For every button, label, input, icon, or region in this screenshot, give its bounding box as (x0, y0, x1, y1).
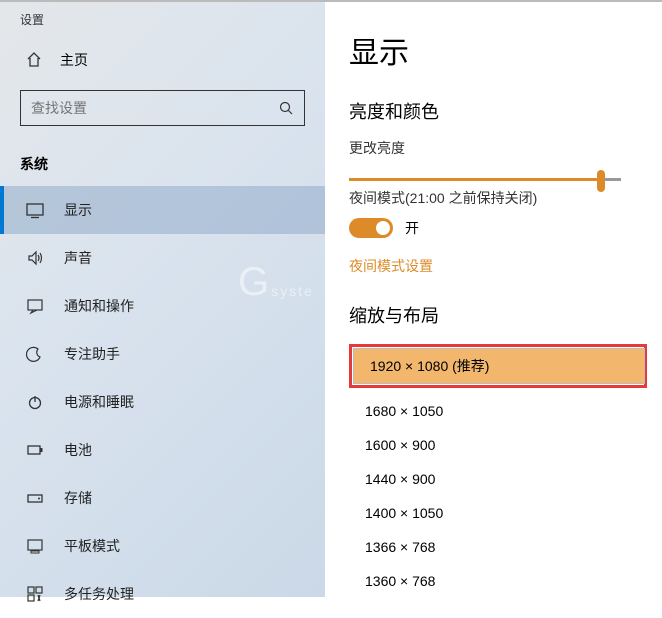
nav-label: 电池 (64, 440, 92, 460)
slider-thumb[interactable] (597, 170, 605, 192)
nav-item-tablet[interactable]: 平板模式 (0, 522, 325, 570)
resolution-options-list: 1680 × 1050 1600 × 900 1440 × 900 1400 ×… (349, 394, 643, 598)
nav-label: 平板模式 (64, 536, 120, 556)
brightness-label: 更改亮度 (349, 138, 662, 158)
nav-item-multitask[interactable]: 多任务处理 (0, 570, 325, 618)
window-title: 设置 (0, 2, 325, 32)
resolution-option[interactable]: 1400 × 1050 (349, 496, 643, 530)
sound-icon (26, 249, 44, 267)
sidebar: 设置 主页 系统 显示 声音 通知和操作 (0, 2, 325, 597)
category-label: 系统 (0, 126, 325, 174)
nav-item-power[interactable]: 电源和睡眠 (0, 378, 325, 426)
night-light-settings-link[interactable]: 夜间模式设置 (349, 256, 662, 276)
storage-icon (26, 489, 44, 507)
focus-icon (26, 345, 44, 363)
power-icon (26, 393, 44, 411)
main-panel: 显示 亮度和颜色 更改亮度 夜间模式(21:00 之前保持关闭) 开 夜间模式设… (325, 2, 662, 597)
resolution-option[interactable]: 1680 × 1050 (349, 394, 643, 428)
section-scale-layout: 缩放与布局 (349, 302, 662, 328)
nav-item-focus[interactable]: 专注助手 (0, 330, 325, 378)
nav-label: 声音 (64, 248, 92, 268)
night-light-toggle[interactable] (349, 218, 393, 238)
slider-track-fill (349, 178, 603, 181)
night-light-label: 夜间模式(21:00 之前保持关闭) (349, 188, 662, 208)
nav-label: 专注助手 (64, 344, 120, 364)
notifications-icon (26, 297, 44, 315)
toggle-state-label: 开 (405, 218, 419, 238)
resolution-dropdown[interactable]: 1920 × 1080 (推荐) (354, 349, 644, 383)
nav-item-display[interactable]: 显示 (0, 186, 325, 234)
resolution-option[interactable]: 1440 × 900 (349, 462, 643, 496)
nav-label: 显示 (64, 200, 92, 220)
display-icon (26, 201, 44, 219)
search-input[interactable] (20, 90, 305, 126)
nav-item-storage[interactable]: 存储 (0, 474, 325, 522)
nav-label: 存储 (64, 488, 92, 508)
nav-label: 通知和操作 (64, 296, 134, 316)
search-icon (278, 100, 294, 116)
home-button[interactable]: 主页 (0, 32, 325, 82)
resolution-option[interactable]: 1360 × 768 (349, 564, 643, 598)
page-title: 显示 (349, 28, 662, 72)
multitask-icon (26, 585, 44, 603)
home-icon (26, 52, 42, 68)
resolution-option[interactable]: 1600 × 900 (349, 428, 643, 462)
resolution-dropdown-highlight: 1920 × 1080 (推荐) (349, 344, 647, 388)
nav-label: 电源和睡眠 (64, 392, 134, 412)
tablet-icon (26, 537, 44, 555)
nav-label: 多任务处理 (64, 584, 134, 604)
nav: 显示 声音 通知和操作 专注助手 电源和睡眠 电池 (0, 186, 325, 618)
nav-item-sound[interactable]: 声音 (0, 234, 325, 282)
resolution-option[interactable]: 1366 × 768 (349, 530, 643, 564)
slider-track-rest (603, 178, 621, 181)
nav-item-notifications[interactable]: 通知和操作 (0, 282, 325, 330)
battery-icon (26, 441, 44, 459)
section-brightness-color: 亮度和颜色 (349, 98, 662, 124)
resolution-option[interactable]: 1920 × 1080 (推荐) (354, 349, 644, 383)
search-field[interactable] (31, 100, 278, 116)
home-label: 主页 (60, 50, 88, 70)
nav-item-battery[interactable]: 电池 (0, 426, 325, 474)
